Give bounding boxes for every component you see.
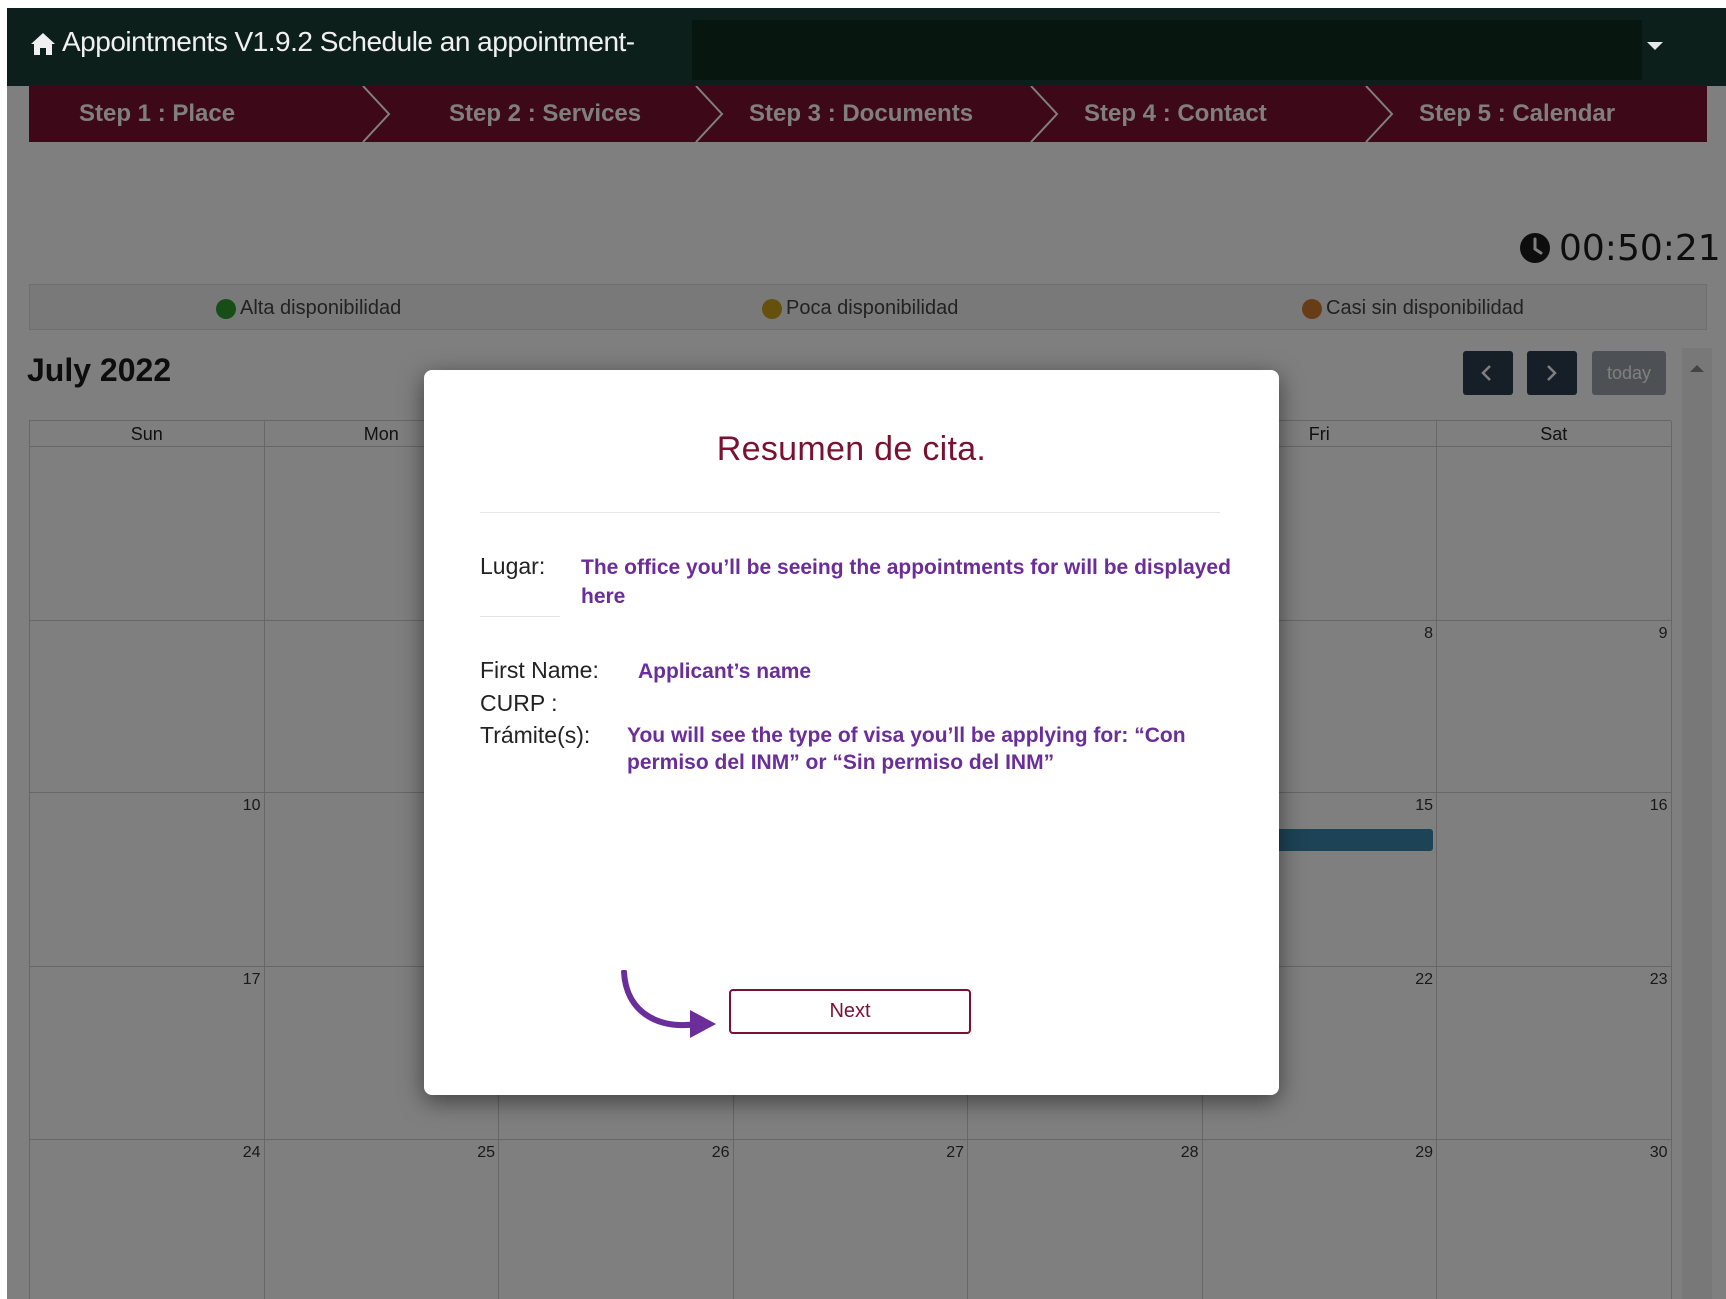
home-icon[interactable]	[29, 30, 57, 58]
first-name-label: First Name:	[480, 657, 599, 683]
redacted-field	[692, 20, 1642, 80]
app-title: Appointments V1.9.2 Schedule an appointm…	[62, 26, 635, 57]
tramite-label: Trámite(s):	[480, 722, 591, 748]
caret-down-icon[interactable]	[1647, 42, 1663, 50]
appointment-summary-modal: Resumen de cita. Lugar: The office you’l…	[424, 370, 1279, 1095]
app-window: Appointments V1.9.2 Schedule an appointm…	[7, 8, 1726, 1299]
next-button[interactable]: Next	[729, 989, 971, 1034]
divider	[480, 616, 560, 617]
lugar-label: Lugar:	[480, 553, 546, 579]
first-name-value: Applicant’s name	[638, 660, 812, 683]
modal-title: Resumen de cita.	[716, 430, 987, 468]
tramite-value: You will see the type of visa you’ll be …	[627, 724, 1186, 774]
curved-arrow-icon	[621, 970, 716, 1038]
lugar-value: The office you’ll be seeing the appointm…	[581, 556, 1231, 608]
top-bar: Appointments V1.9.2 Schedule an appointm…	[7, 8, 1726, 86]
divider	[480, 512, 1220, 513]
curp-label: CURP :	[480, 690, 558, 716]
